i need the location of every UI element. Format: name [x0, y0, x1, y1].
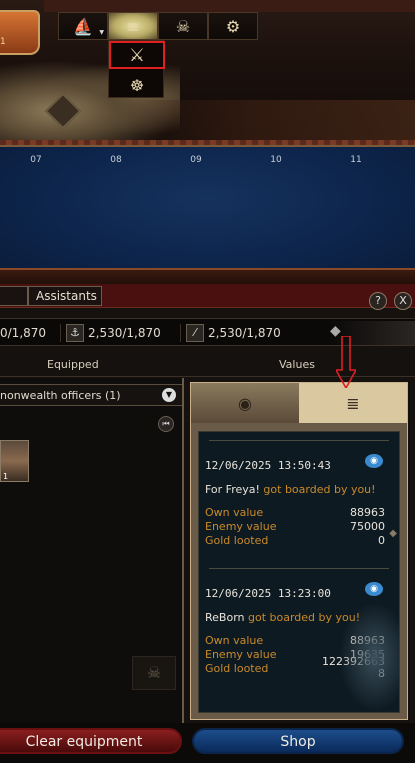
chevron-down-icon: ▼: [99, 29, 104, 36]
entry-name: For Freya!: [205, 483, 260, 496]
log-entry: 12/06/2025 13:50:43 ◉ For Freya! got boa…: [205, 454, 385, 548]
officer-select-value: nonwealth officers (1): [0, 389, 121, 402]
help-button[interactable]: ?: [369, 292, 387, 310]
crossed-swords-icon[interactable]: ⚔: [109, 41, 165, 69]
enemy-value: 75000: [350, 520, 385, 533]
tick-label: 08: [110, 155, 122, 165]
combat-dropdown: ⚔ ☸: [108, 40, 165, 99]
divider: [180, 324, 181, 342]
tick-label: 07: [30, 155, 42, 165]
player-badge[interactable]: 1: [0, 10, 40, 55]
avatar-level: 1: [3, 472, 9, 481]
entry-date: 12/06/2025 13:23:00: [205, 587, 331, 600]
tick-label: 09: [190, 155, 202, 165]
list-tab-icon[interactable]: ≣: [299, 383, 407, 423]
gears-icon[interactable]: ⚙: [208, 12, 258, 40]
diamond-ornament-icon: ◆: [389, 528, 397, 539]
entry-action: got boarded by you!: [263, 483, 376, 496]
divider: [209, 568, 389, 569]
eye-tab-icon[interactable]: ◉: [191, 383, 299, 423]
cannon-icon[interactable]: ≡: [108, 12, 158, 40]
values-header: Values: [279, 358, 315, 371]
gold-label: Gold looted: [205, 534, 269, 547]
toolbar-icons: ⛵ ▼ ≡ ☠ ⚙: [58, 12, 268, 40]
gold-row: Gold looted 0: [205, 534, 385, 548]
equipped-header: Equipped: [47, 358, 99, 371]
player-badge-number: 1: [0, 37, 6, 47]
tab-assistants[interactable]: Assistants: [28, 286, 102, 306]
ship-watermark: [339, 602, 399, 712]
clear-equipment-button[interactable]: Clear equipment: [0, 728, 182, 754]
sail-stat-icon: ⚓: [66, 324, 84, 342]
entry-text: For Freya! got boarded by you!: [205, 483, 385, 496]
chevron-down-icon[interactable]: ▼: [162, 388, 176, 402]
gold-value: 0: [378, 534, 385, 547]
enemy-value-row: Enemy value 75000: [205, 520, 385, 534]
stat-value-3: 2,530/1,870: [208, 326, 281, 340]
cannon-stat-icon: ⁄: [186, 324, 204, 342]
own-label: Own value: [205, 506, 264, 519]
officer-select[interactable]: nonwealth officers (1) ▼: [0, 384, 182, 406]
eye-icon[interactable]: ◉: [365, 582, 383, 596]
ship-wheel-icon[interactable]: ☸: [109, 71, 165, 99]
entry-name: ReBorn: [205, 611, 245, 624]
tab-previous[interactable]: [0, 286, 28, 306]
skull-icon[interactable]: ☠: [158, 12, 208, 40]
own-value: 88963: [350, 506, 385, 519]
boarding-log: 12/06/2025 13:50:43 ◉ For Freya! got boa…: [198, 431, 400, 713]
top-frame: [44, 0, 415, 12]
rewind-icon[interactable]: ⏮: [158, 416, 174, 432]
enemy-label: Enemy value: [205, 648, 277, 661]
ocean-timeline: 07 08 09 10 11: [0, 145, 415, 278]
own-label: Own value: [205, 634, 264, 647]
stat-value-1: 0/1,870: [0, 326, 47, 340]
app-root: 1 ⛵ ▼ ≡ ☠ ⚙ ⚔ ☸ 07 08 09 10 11 Assistants…: [0, 0, 415, 763]
entry-date: 12/06/2025 13:50:43: [205, 459, 331, 472]
tick-label: 10: [270, 155, 282, 165]
eye-icon[interactable]: ◉: [365, 454, 383, 468]
action-bar: Clear equipment Shop: [0, 723, 415, 763]
values-panel: ◉ ≣ 12/06/2025 13:50:43 ◉ For Freya! got…: [190, 382, 408, 720]
ship-icon[interactable]: ⛵ ▼: [58, 12, 108, 40]
gold-label: Gold looted: [205, 662, 269, 675]
officer-avatar[interactable]: 1: [0, 440, 29, 482]
panel-tabs: Assistants: [0, 284, 415, 308]
timeline-ticks: 07 08 09 10 11: [0, 155, 415, 167]
jolly-roger-icon[interactable]: ☠: [132, 656, 176, 690]
tick-label: 11: [350, 155, 362, 165]
annotation-arrow-icon: [336, 336, 356, 388]
values-tabs: ◉ ≣: [191, 383, 407, 423]
own-value-row: Own value 88963: [205, 506, 385, 520]
divider: [209, 440, 389, 441]
banner-decoration: [0, 100, 415, 140]
close-button[interactable]: X: [394, 292, 412, 310]
enemy-label: Enemy value: [205, 520, 277, 533]
shop-button[interactable]: Shop: [192, 728, 404, 754]
divider: [60, 324, 61, 342]
stat-value-2: 2,530/1,870: [88, 326, 161, 340]
